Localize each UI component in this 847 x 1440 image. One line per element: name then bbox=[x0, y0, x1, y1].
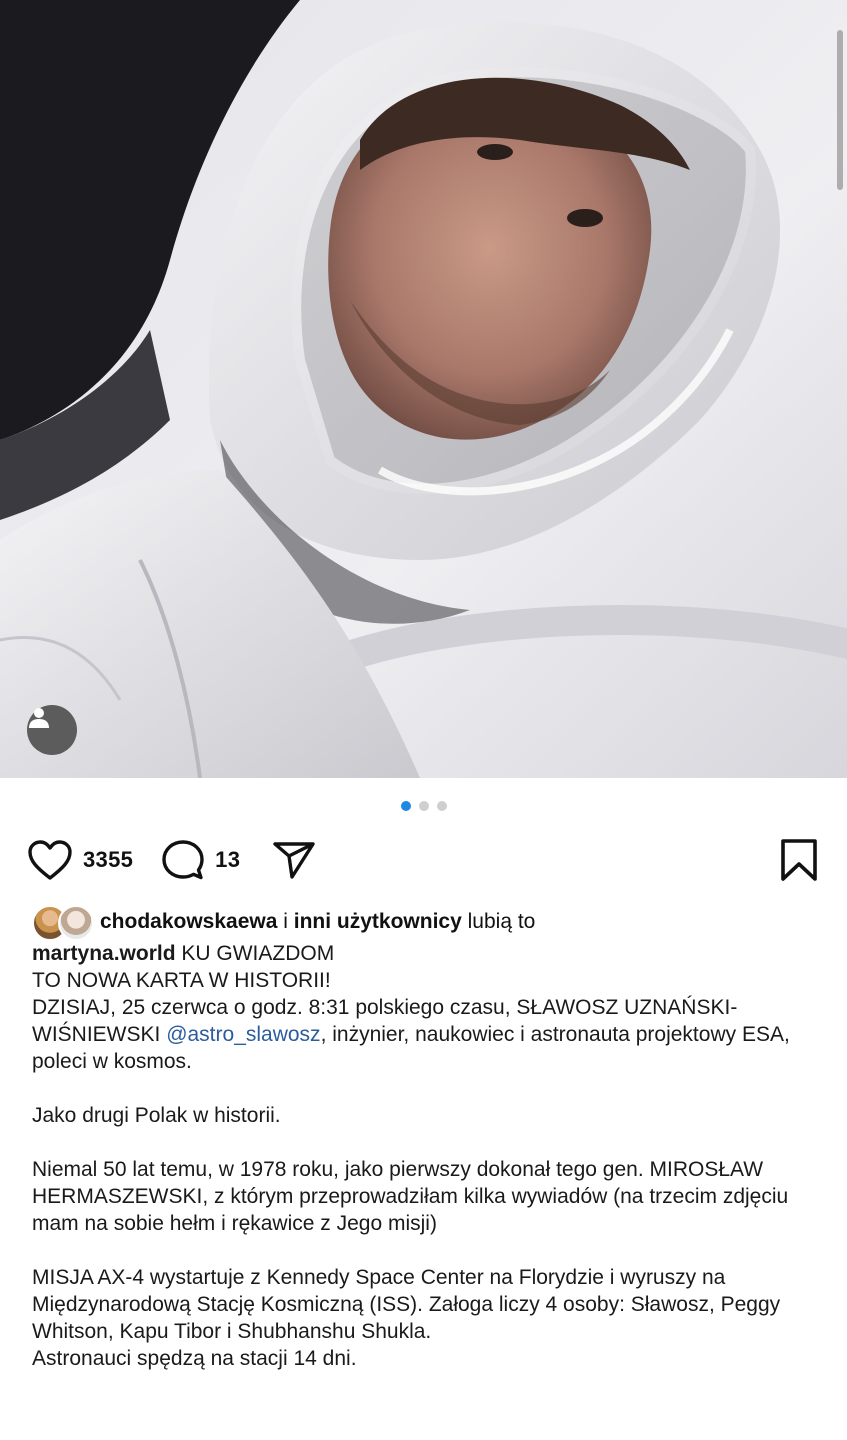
photo-scrollbar[interactable] bbox=[837, 30, 843, 190]
caption-line-2: TO NOWA KARTA W HISTORII! bbox=[32, 969, 331, 992]
save-button[interactable] bbox=[779, 838, 819, 882]
like-button[interactable]: 3355 bbox=[27, 839, 133, 881]
user-tag-button[interactable] bbox=[27, 705, 77, 755]
caption-author[interactable]: martyna.world bbox=[32, 942, 176, 965]
caption-paragraph-5: Astronauci spędzą na stacji 14 dni. bbox=[32, 1347, 357, 1370]
post-caption: martyna.world KU GWIAZDOM TO NOWA KARTA … bbox=[32, 940, 825, 1372]
caption-paragraph-1: DZISIAJ, 25 czerwca o godz. 8:31 polskie… bbox=[32, 994, 825, 1075]
liked-by-row: chodakowskaewa i inni użytkownicy lubią … bbox=[32, 905, 827, 941]
caption-line-1: martyna.world KU GWIAZDOM bbox=[32, 940, 825, 967]
carousel-indicator bbox=[0, 801, 847, 811]
bookmark-icon bbox=[781, 839, 817, 881]
carousel-dot-1[interactable] bbox=[400, 801, 411, 811]
astronaut-photo bbox=[0, 0, 847, 778]
mention-link[interactable]: @astro_slawosz bbox=[166, 1023, 320, 1046]
share-button[interactable] bbox=[272, 839, 316, 881]
liked-by-first-user[interactable]: chodakowskaewa bbox=[100, 910, 277, 934]
person-icon bbox=[29, 708, 49, 728]
likes-count[interactable]: 3355 bbox=[83, 847, 133, 873]
caption-line1-text: KU GWIAZDOM bbox=[175, 942, 335, 965]
liked-by-others[interactable]: inni użytkownicy bbox=[294, 910, 462, 934]
caption-paragraph-2: Jako drugi Polak w historii. bbox=[32, 1104, 281, 1127]
heart-icon bbox=[28, 840, 72, 880]
comments-count[interactable]: 13 bbox=[215, 847, 240, 873]
post-action-bar: 3355 13 bbox=[27, 838, 819, 882]
avatar[interactable] bbox=[58, 905, 94, 941]
liked-by-conjunction: i bbox=[277, 910, 294, 933]
send-icon bbox=[273, 842, 315, 879]
liked-by-avatars[interactable] bbox=[32, 905, 94, 941]
carousel-dot-3[interactable] bbox=[436, 801, 447, 811]
comment-button[interactable]: 13 bbox=[161, 839, 240, 881]
carousel-dot-2[interactable] bbox=[418, 801, 429, 811]
caption-paragraph-4: MISJA AX-4 wystartuje z Kennedy Space Ce… bbox=[32, 1266, 781, 1343]
comment-icon bbox=[162, 840, 204, 880]
post-photo[interactable] bbox=[0, 0, 847, 778]
caption-paragraph-3: Niemal 50 lat temu, w 1978 roku, jako pi… bbox=[32, 1158, 789, 1235]
liked-by-suffix: lubią to bbox=[461, 910, 536, 933]
